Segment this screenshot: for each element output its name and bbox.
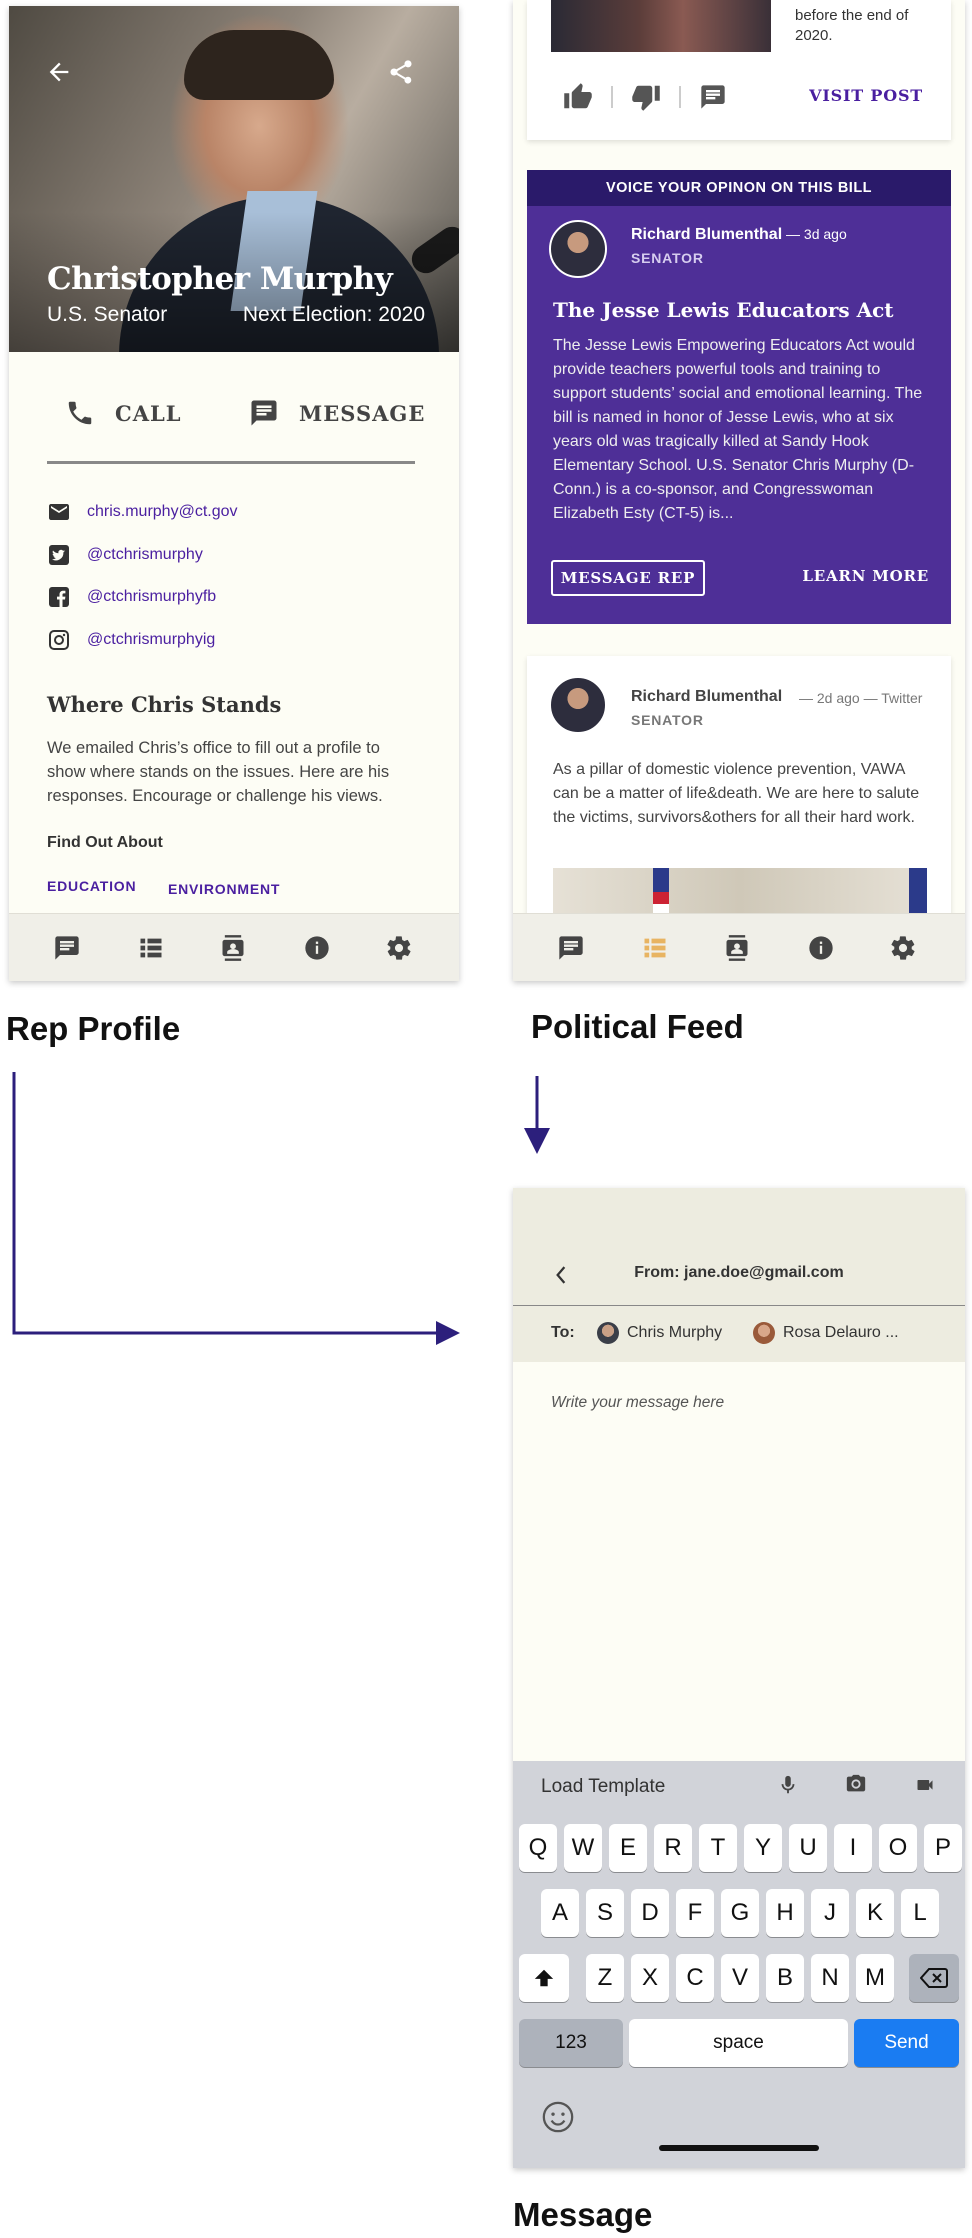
load-template-button[interactable]: Load Template	[541, 1776, 665, 1798]
key-u[interactable]: U	[789, 1824, 827, 1872]
backspace-icon	[919, 1968, 948, 1988]
label-message: Message	[513, 2196, 653, 2233]
key-e[interactable]: E	[609, 1824, 647, 1872]
message-body-input[interactable]: Write your message here	[551, 1394, 724, 1412]
keyboard: Load Template Q W E R T Y U I O P A S D …	[513, 1761, 965, 2168]
key-n[interactable]: N	[811, 1954, 849, 2002]
avatar	[597, 1322, 619, 1344]
shift-icon	[534, 1969, 554, 1987]
recipient-chip[interactable]: Rosa Delauro ...	[753, 1322, 899, 1344]
shift-key[interactable]	[519, 1954, 569, 2002]
arrow-profile-to-message	[12, 1072, 438, 1335]
space-key[interactable]: space	[629, 2019, 848, 2067]
key-d[interactable]: D	[631, 1889, 669, 1937]
backspace-key[interactable]	[909, 1954, 959, 2002]
key-o[interactable]: O	[879, 1824, 917, 1872]
avatar	[753, 1322, 775, 1344]
message-screen: From: jane.doe@gmail.com To: Chris Murph…	[513, 1188, 965, 2168]
recipient-chip[interactable]: Chris Murphy	[597, 1322, 722, 1344]
key-b[interactable]: B	[766, 1954, 804, 2002]
from-address: From: jane.doe@gmail.com	[634, 1264, 844, 1281]
arrow-head	[436, 1321, 460, 1345]
send-button[interactable]: Send	[854, 2019, 959, 2067]
key-s[interactable]: S	[586, 1889, 624, 1937]
numbers-key[interactable]: 123	[519, 2019, 623, 2067]
arrow-head	[524, 1128, 550, 1154]
key-x[interactable]: X	[631, 1954, 669, 2002]
key-w[interactable]: W	[564, 1824, 602, 1872]
key-y[interactable]: Y	[744, 1824, 782, 1872]
key-i[interactable]: I	[834, 1824, 872, 1872]
camera-icon[interactable]	[844, 1773, 868, 1795]
to-label: To:	[551, 1324, 575, 1341]
key-z[interactable]: Z	[586, 1954, 624, 2002]
key-j[interactable]: J	[811, 1889, 849, 1937]
recipients-bar: To: Chris Murphy Rosa Delauro ...	[513, 1306, 965, 1362]
key-h[interactable]: H	[766, 1889, 804, 1937]
key-r[interactable]: R	[654, 1824, 692, 1872]
key-t[interactable]: T	[699, 1824, 737, 1872]
key-m[interactable]: M	[856, 1954, 894, 2002]
key-v[interactable]: V	[721, 1954, 759, 2002]
home-indicator	[659, 2145, 819, 2151]
video-camera-icon[interactable]	[913, 1775, 937, 1795]
emoji-icon[interactable]	[541, 2100, 575, 2134]
key-f[interactable]: F	[676, 1889, 714, 1937]
key-l[interactable]: L	[901, 1889, 939, 1937]
key-c[interactable]: C	[676, 1954, 714, 2002]
microphone-icon[interactable]	[777, 1773, 799, 1797]
key-k[interactable]: K	[856, 1889, 894, 1937]
key-q[interactable]: Q	[519, 1824, 557, 1872]
message-header: From: jane.doe@gmail.com	[513, 1188, 965, 1306]
key-p[interactable]: P	[924, 1824, 962, 1872]
key-a[interactable]: A	[541, 1889, 579, 1937]
key-g[interactable]: G	[721, 1889, 759, 1937]
keyboard-toolbar: Load Template	[513, 1761, 965, 1811]
